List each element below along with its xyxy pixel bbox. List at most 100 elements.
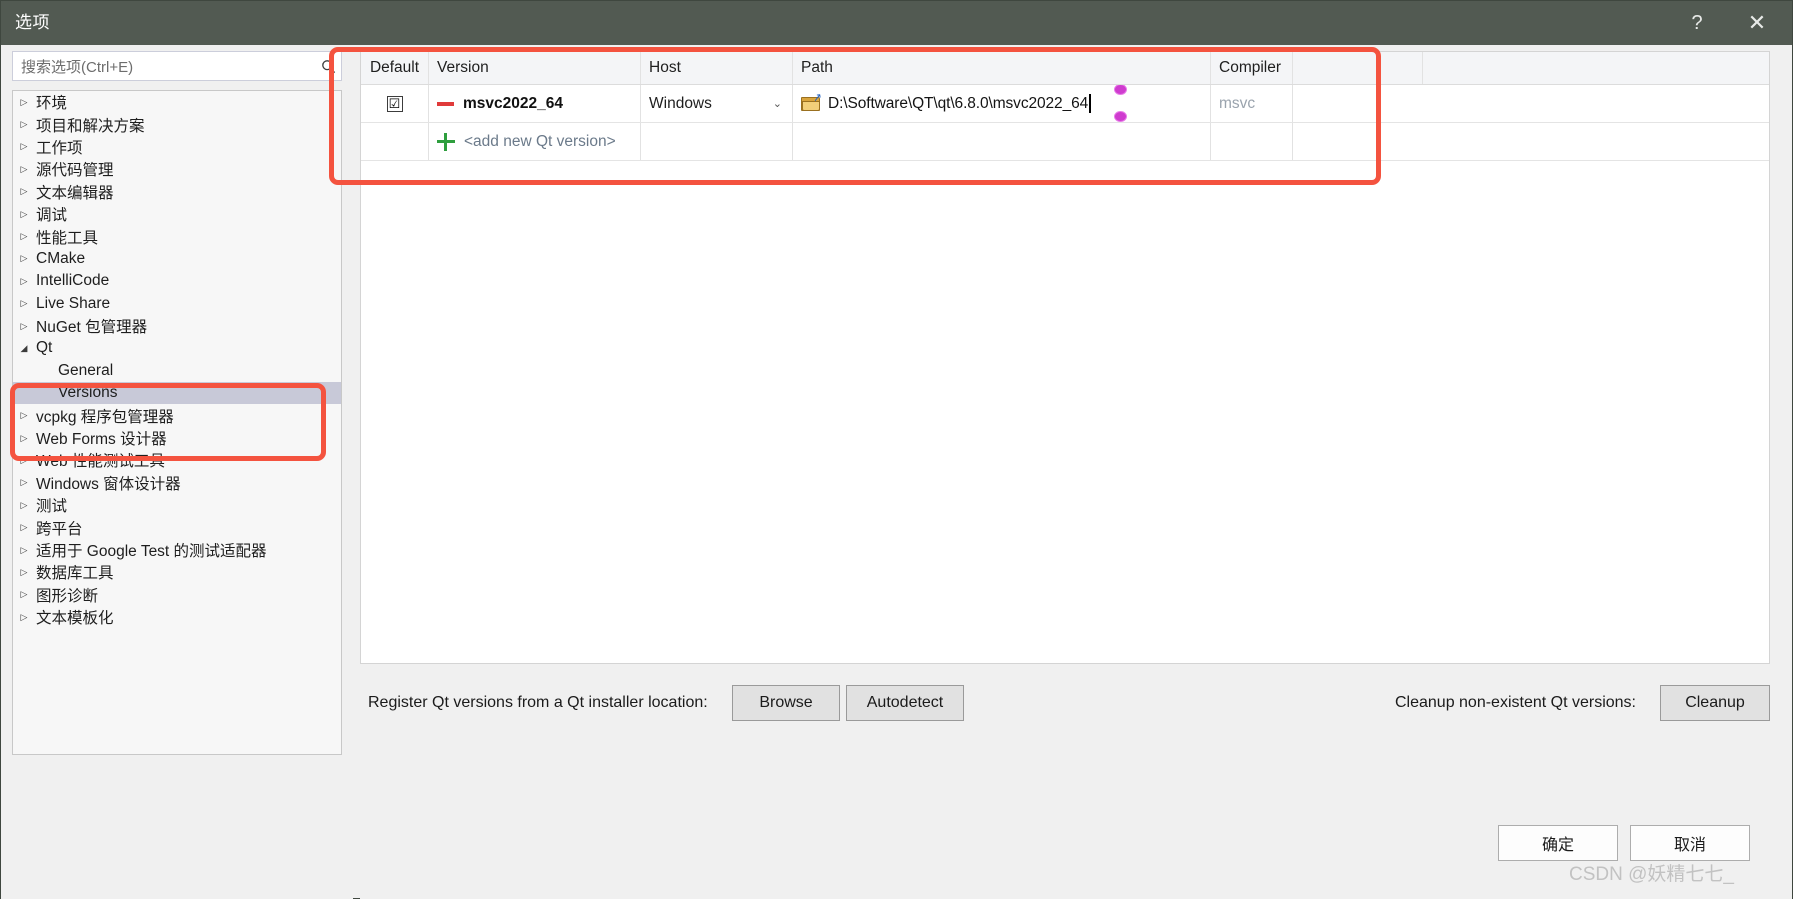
sidebar-item[interactable]: ▷ 测试 xyxy=(13,494,341,516)
chevron-right-icon[interactable]: ▷ xyxy=(13,433,35,444)
column-header-extra[interactable] xyxy=(1293,52,1423,84)
path-cell[interactable]: ↗ D:\Software\QT\qt\6.8.0\msvc2022_64 xyxy=(793,85,1211,122)
sidebar-item[interactable]: ▷ 项目和解决方案 xyxy=(13,113,341,135)
sidebar-item[interactable]: ▷ vcpkg 程序包管理器 xyxy=(13,404,341,426)
sidebar-item-label: 适用于 Google Test 的测试适配器 xyxy=(36,543,267,560)
sidebar-item[interactable]: ▷ 环境 xyxy=(13,91,341,113)
help-icon[interactable]: ? xyxy=(1670,1,1724,45)
column-header-path[interactable]: Path xyxy=(793,52,1211,84)
sidebar-item[interactable]: ◢ Qt xyxy=(13,337,341,359)
add-path-cell xyxy=(793,123,1211,160)
sidebar-item-label: CMake xyxy=(36,249,86,267)
chevron-right-icon[interactable]: ▷ xyxy=(13,545,35,556)
grid-header-row: Default Version Host Path Compiler xyxy=(361,52,1769,85)
sidebar-item[interactable]: ▷ NuGet 包管理器 xyxy=(13,315,341,337)
sidebar-item-label: 环境 xyxy=(36,95,68,113)
cleanup-label: Cleanup non-existent Qt versions: xyxy=(1394,694,1636,711)
browse-button[interactable]: Browse xyxy=(732,685,840,721)
table-row[interactable]: ☑ msvc2022_64 Windows ⌄ ↗ D:\Software\QT… xyxy=(361,85,1769,123)
sidebar-item[interactable]: ▷ Web 性能测试工具 xyxy=(13,449,341,471)
close-icon[interactable]: ✕ xyxy=(1730,1,1784,45)
sidebar-item-label: 调试 xyxy=(36,207,68,225)
add-compiler-cell xyxy=(1211,123,1293,160)
sidebar-item[interactable]: Versions xyxy=(13,382,341,405)
default-checkbox[interactable]: ☑ xyxy=(386,95,403,112)
chevron-right-icon[interactable]: ▷ xyxy=(13,209,35,220)
column-header-default[interactable]: Default xyxy=(361,52,429,84)
qt-versions-grid[interactable]: Default Version Host Path Compiler ☑ msv… xyxy=(360,51,1770,664)
chevron-right-icon[interactable]: ▷ xyxy=(13,298,35,309)
column-header-compiler[interactable]: Compiler xyxy=(1211,52,1293,84)
selection-handle-top[interactable] xyxy=(1114,85,1127,95)
chevron-right-icon[interactable]: ▷ xyxy=(13,231,35,242)
sidebar-item[interactable]: ▷ 图形诊断 xyxy=(13,584,341,606)
chevron-right-icon[interactable]: ▷ xyxy=(13,477,35,488)
folder-open-icon[interactable]: ↗ xyxy=(801,91,823,112)
sidebar-item-label: 文本编辑器 xyxy=(36,184,114,202)
chevron-right-icon[interactable]: ▷ xyxy=(13,567,35,578)
autodetect-button[interactable]: Autodetect xyxy=(846,685,964,721)
sidebar-item[interactable]: ▷ IntelliCode xyxy=(13,270,341,292)
column-header-version[interactable]: Version xyxy=(429,52,641,84)
search-input[interactable]: 搜索选项(Ctrl+E) xyxy=(12,51,342,81)
chevron-right-icon[interactable]: ▷ xyxy=(13,276,35,287)
sidebar-item-label: vcpkg 程序包管理器 xyxy=(36,408,174,426)
default-checkbox-cell[interactable]: ☑ xyxy=(361,85,429,122)
chevron-right-icon[interactable]: ▷ xyxy=(13,522,35,533)
chevron-right-icon[interactable]: ▷ xyxy=(13,410,35,421)
chevron-down-icon[interactable]: ◢ xyxy=(13,343,35,354)
sidebar-item-label: 性能工具 xyxy=(36,229,99,247)
sidebar-item[interactable]: ▷ 调试 xyxy=(13,203,341,225)
chevron-right-icon[interactable]: ▷ xyxy=(13,500,35,511)
options-tree[interactable]: ▷ 环境 ▷ 项目和解决方案 ▷ 工作项 ▷ 源代码管理 ▷ 文本编辑器 ▷ 调试 ▷ 性能工具 ▷ CMak… xyxy=(12,90,342,755)
sidebar-item[interactable]: ▷ 跨平台 xyxy=(13,516,341,538)
sidebar-item-label: 工作项 xyxy=(36,139,83,157)
chevron-right-icon[interactable]: ▷ xyxy=(13,612,35,623)
sidebar-item-label: General xyxy=(58,361,114,379)
selection-handle-bottom[interactable] xyxy=(1114,111,1127,122)
sidebar-item[interactable]: ▷ 性能工具 xyxy=(13,225,341,247)
add-version-label: <add new Qt version> xyxy=(464,132,616,150)
chevron-right-icon[interactable]: ▷ xyxy=(13,119,35,130)
ok-button[interactable]: 确定 xyxy=(1498,825,1618,861)
chevron-right-icon[interactable]: ▷ xyxy=(13,321,35,332)
sidebar-item[interactable]: ▷ CMake xyxy=(13,248,341,270)
host-cell[interactable]: Windows ⌄ xyxy=(641,85,793,122)
sidebar-item[interactable]: ▷ 适用于 Google Test 的测试适配器 xyxy=(13,539,341,561)
minus-icon xyxy=(437,101,454,106)
add-version-cell[interactable]: <add new Qt version> xyxy=(429,123,641,160)
sidebar-item[interactable]: ▷ 工作项 xyxy=(13,136,341,158)
chevron-right-icon[interactable]: ▷ xyxy=(13,164,35,175)
chevron-right-icon[interactable]: ▷ xyxy=(13,455,35,466)
chevron-down-icon[interactable]: ⌄ xyxy=(773,97,784,110)
add-extra-cell xyxy=(1293,123,1423,160)
sidebar-item[interactable]: ▷ Web Forms 设计器 xyxy=(13,427,341,449)
column-header-host[interactable]: Host xyxy=(641,52,793,84)
options-sidebar: 搜索选项(Ctrl+E) ▷ 环境 ▷ 项目和解决方案 ▷ 工作项 ▷ 源代码管理 ▷ 文本编辑器… xyxy=(1,45,353,899)
search-placeholder: 搜索选项(Ctrl+E) xyxy=(21,58,134,76)
sidebar-item-label: 源代码管理 xyxy=(36,162,114,180)
checkmark-icon: ☑ xyxy=(388,96,401,111)
sidebar-item-label: 跨平台 xyxy=(36,520,83,538)
path-value: D:\Software\QT\qt\6.8.0\msvc2022_64 xyxy=(828,94,1089,112)
cancel-button[interactable]: 取消 xyxy=(1630,825,1750,861)
sidebar-item[interactable]: ▷ Live Share xyxy=(13,293,341,315)
sidebar-item[interactable]: ▷ Windows 窗体设计器 xyxy=(13,472,341,494)
sidebar-item[interactable]: ▷ 文本编辑器 xyxy=(13,181,341,203)
sidebar-item-label: 图形诊断 xyxy=(36,587,99,605)
version-cell[interactable]: msvc2022_64 xyxy=(429,85,641,122)
host-value: Windows xyxy=(649,94,712,112)
sidebar-item[interactable]: General xyxy=(13,360,341,382)
sidebar-item[interactable]: ▷ 文本模板化 xyxy=(13,606,341,628)
sidebar-item[interactable]: ▷ 源代码管理 xyxy=(13,158,341,180)
chevron-right-icon[interactable]: ▷ xyxy=(13,589,35,600)
cleanup-button[interactable]: Cleanup xyxy=(1660,685,1770,721)
add-version-row[interactable]: <add new Qt version> xyxy=(361,123,1769,161)
chevron-right-icon[interactable]: ▷ xyxy=(13,97,35,108)
chevron-right-icon[interactable]: ▷ xyxy=(13,141,35,152)
versions-pane: Default Version Host Path Compiler ☑ msv… xyxy=(360,45,1792,899)
chevron-right-icon[interactable]: ▷ xyxy=(13,253,35,264)
chevron-right-icon[interactable]: ▷ xyxy=(13,186,35,197)
sidebar-item[interactable]: ▷ 数据库工具 xyxy=(13,561,341,583)
text-caret xyxy=(1089,94,1091,113)
